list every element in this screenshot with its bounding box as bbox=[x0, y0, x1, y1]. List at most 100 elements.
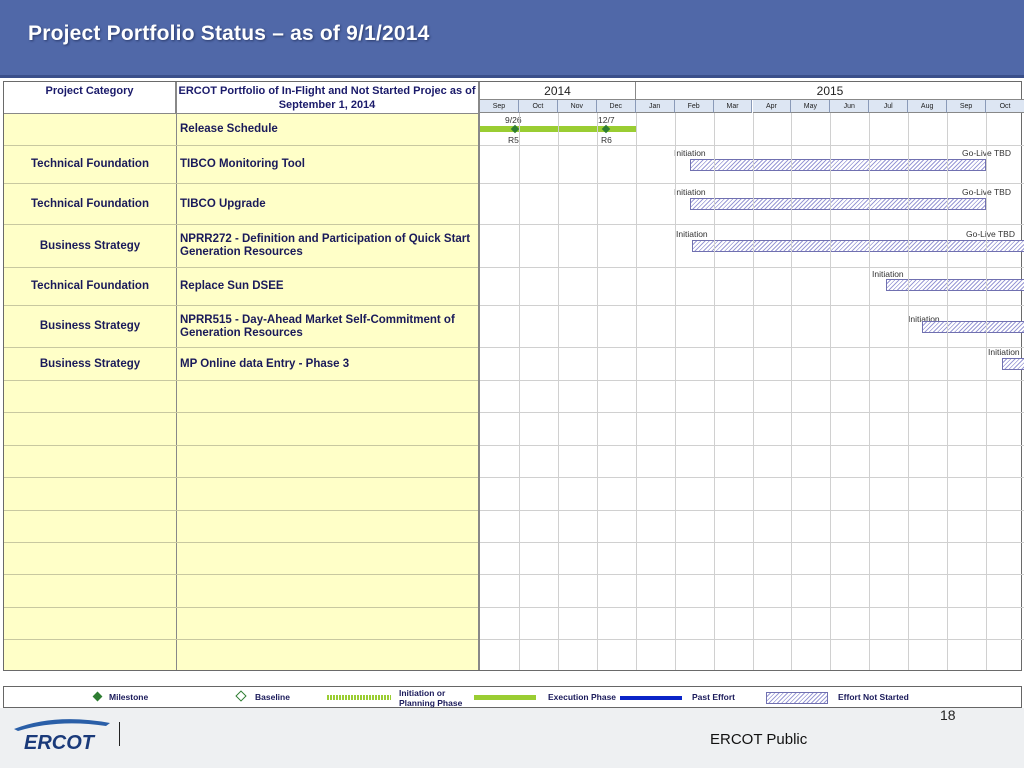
project-header: ERCOT Portfolio of In-Flight and Not Sta… bbox=[176, 82, 478, 114]
month-gridline bbox=[869, 113, 871, 670]
row-divider bbox=[4, 267, 478, 268]
row-divider bbox=[4, 445, 478, 446]
legend-milestone: Milestone bbox=[92, 687, 149, 707]
effort-not-started-bar bbox=[886, 279, 1024, 291]
row-project: NPRR515 - Day-Ahead Market Self-Commitme… bbox=[180, 314, 455, 339]
milestone-name: R5 bbox=[508, 135, 519, 145]
month-header: Jul bbox=[869, 100, 909, 113]
month-gridline bbox=[986, 113, 988, 670]
row-category: Business Strategy bbox=[39, 320, 141, 332]
legend-not-started: Effort Not Started bbox=[766, 687, 909, 707]
classification-label: ERCOT Public bbox=[710, 731, 808, 748]
phase-label: Initiation bbox=[988, 347, 1020, 357]
row-divider bbox=[4, 542, 478, 543]
month-header: Mar bbox=[713, 100, 753, 113]
row-category: Technical Foundation bbox=[31, 198, 149, 210]
row-divider bbox=[4, 305, 478, 306]
month-header: Jan bbox=[635, 100, 675, 113]
legend-initiation: Initiation or Planning Phase bbox=[327, 687, 469, 708]
row-category: Technical Foundation bbox=[31, 280, 149, 292]
gantt-timeline: 2014 2015 9/26 R5 12/7 R6 Initiation Go-… bbox=[478, 82, 1024, 670]
month-header: Feb bbox=[674, 100, 714, 113]
past-swatch bbox=[620, 695, 682, 700]
month-gridline bbox=[596, 113, 598, 670]
month-header: Aug bbox=[908, 100, 948, 113]
month-gridline bbox=[830, 113, 832, 670]
row-gridline bbox=[480, 574, 1024, 575]
phase-label: Initiation bbox=[674, 148, 706, 158]
category-header: Project Category bbox=[4, 82, 176, 114]
month-gridline bbox=[557, 113, 559, 670]
row-divider bbox=[4, 510, 478, 511]
month-header: Jun bbox=[830, 100, 870, 113]
row-project: TIBCO Monitoring Tool bbox=[180, 158, 305, 170]
row-project: NPRR272 - Definition and Participation o… bbox=[180, 233, 471, 258]
month-gridline bbox=[713, 113, 715, 670]
legend-label: Baseline bbox=[255, 692, 290, 702]
row-category: Technical Foundation bbox=[31, 158, 149, 170]
row-gridline bbox=[480, 639, 1024, 640]
month-gridline bbox=[791, 113, 793, 670]
month-gridline bbox=[518, 113, 520, 670]
month-header: Sep bbox=[947, 100, 987, 113]
gantt-legend: Milestone Baseline Initiation or Plannin… bbox=[3, 686, 1022, 708]
page-number: 18 bbox=[940, 707, 956, 723]
month-header: Dec bbox=[596, 100, 636, 113]
column-divider bbox=[176, 82, 177, 670]
effort-not-started-bar bbox=[1002, 358, 1024, 370]
row-divider bbox=[4, 224, 478, 225]
phase-label: Initiation bbox=[872, 269, 904, 279]
row-gridline bbox=[480, 445, 1024, 446]
phase-label: Initiation bbox=[676, 229, 708, 239]
row-divider bbox=[4, 183, 478, 184]
month-gridline bbox=[674, 113, 676, 670]
effort-not-started-bar bbox=[692, 240, 1024, 252]
row-gridline bbox=[480, 145, 1024, 146]
row-project: Release Schedule bbox=[180, 123, 278, 135]
effort-not-started-bar bbox=[690, 159, 986, 171]
row-project: MP Online data Entry - Phase 3 bbox=[180, 358, 350, 370]
portfolio-table: Project Category ERCOT Portfolio of In-F… bbox=[3, 81, 1024, 671]
month-header: Oct bbox=[518, 100, 558, 113]
month-header: Nov bbox=[557, 100, 597, 113]
footer bbox=[0, 708, 1024, 768]
row-gridline bbox=[480, 542, 1024, 543]
effort-not-started-bar bbox=[922, 321, 1024, 333]
row-gridline bbox=[480, 607, 1024, 608]
legend-label: Past Effort bbox=[692, 692, 735, 702]
legend-label: Milestone bbox=[109, 692, 149, 702]
milestone-date: 12/7 bbox=[598, 115, 615, 125]
month-gridline bbox=[947, 113, 949, 670]
row-gridline bbox=[480, 267, 1024, 268]
month-header: Sep bbox=[480, 100, 519, 113]
phase-label: Initiation bbox=[674, 187, 706, 197]
execution-swatch bbox=[474, 695, 536, 701]
row-gridline bbox=[480, 380, 1024, 381]
month-header: Oct bbox=[986, 100, 1024, 113]
row-divider bbox=[4, 145, 478, 146]
ercot-logo: ERCOT bbox=[14, 719, 110, 754]
year-header: 2014 bbox=[480, 82, 636, 100]
row-divider bbox=[4, 412, 478, 413]
milestone-name: R6 bbox=[601, 135, 612, 145]
row-divider bbox=[4, 477, 478, 478]
legend-past: Past Effort bbox=[620, 687, 735, 707]
month-header: Apr bbox=[752, 100, 792, 113]
row-gridline bbox=[480, 510, 1024, 511]
milestone-icon bbox=[92, 691, 103, 702]
golive-label: Go-Live TBD bbox=[966, 229, 1015, 239]
effort-not-started-bar bbox=[690, 198, 986, 210]
baseline-icon bbox=[235, 690, 247, 702]
slide-title: Project Portfolio Status – as of 9/1/201… bbox=[28, 22, 430, 45]
row-category: Business Strategy bbox=[39, 358, 141, 370]
row-gridline bbox=[480, 412, 1024, 413]
row-divider bbox=[4, 639, 478, 640]
logo-separator bbox=[119, 722, 120, 746]
legend-baseline: Baseline bbox=[235, 687, 290, 707]
month-header: May bbox=[791, 100, 831, 113]
legend-label: Initiation or Planning Phase bbox=[399, 687, 463, 708]
row-project: TIBCO Upgrade bbox=[180, 198, 266, 210]
row-divider bbox=[4, 380, 478, 381]
row-gridline bbox=[480, 224, 1024, 225]
legend-label: Execution Phase bbox=[548, 692, 617, 702]
